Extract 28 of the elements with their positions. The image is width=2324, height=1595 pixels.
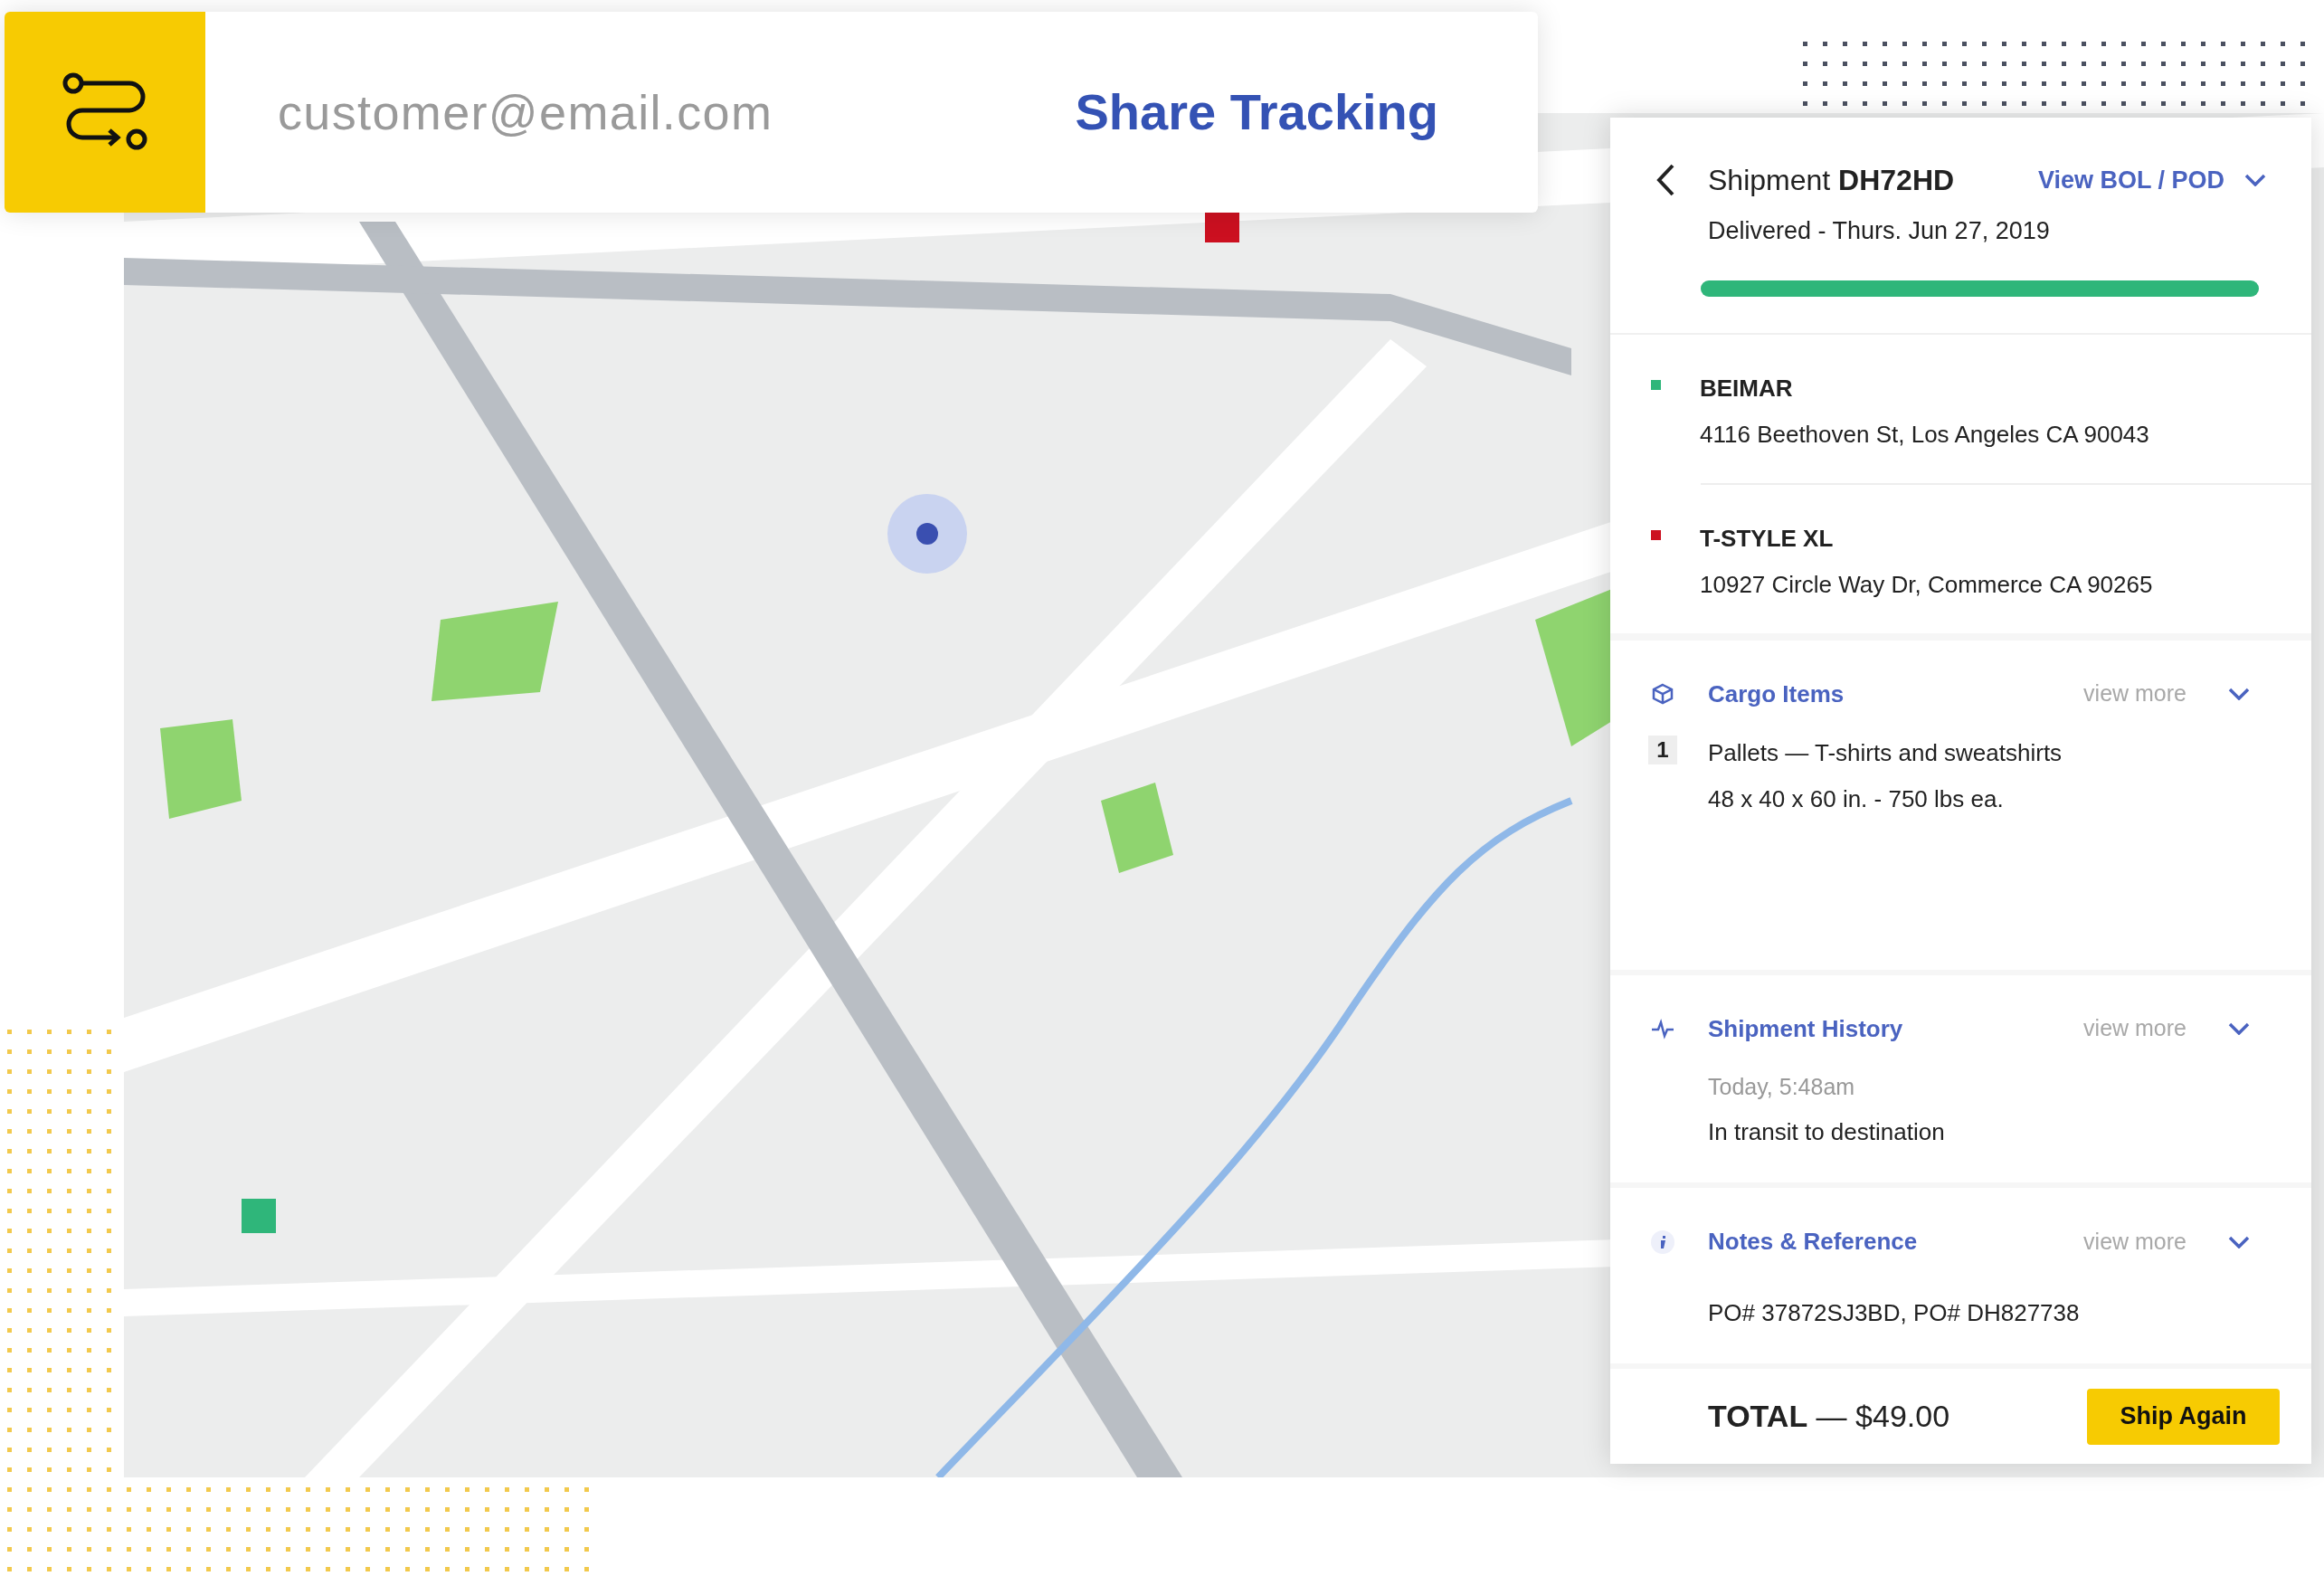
pulse-icon bbox=[1650, 1018, 1675, 1040]
shipment-title: Shipment DH72HD bbox=[1708, 163, 1955, 198]
stop-address: 10927 Circle Way Dr, Commerce CA 90265 bbox=[1700, 569, 2154, 600]
total-price: TOTAL — $49.00 bbox=[1708, 1398, 1951, 1435]
stop-address: 4116 Beethoven St, Los Angeles CA 90043 bbox=[1700, 419, 2150, 450]
email-text: customer@email.com bbox=[278, 83, 774, 141]
history-event: In transit to destination bbox=[1708, 1117, 1946, 1147]
section-title[interactable]: Cargo Items bbox=[1708, 676, 2084, 712]
back-icon[interactable] bbox=[1655, 164, 1675, 196]
section-title[interactable]: Shipment History bbox=[1708, 1011, 2084, 1047]
item-description: Pallets — T-shirts and sweatshirts bbox=[1708, 737, 2063, 768]
chevron-down-icon[interactable] bbox=[2228, 688, 2250, 700]
box-icon bbox=[1651, 682, 1674, 706]
stop-name: T-STYLE XL bbox=[1700, 523, 1835, 554]
chevron-down-icon bbox=[2244, 174, 2266, 186]
reference-numbers: PO# 37872SJ3BD, PO# DH827738 bbox=[1708, 1298, 2081, 1328]
share-tracking-link[interactable]: Share Tracking bbox=[1075, 74, 1438, 150]
chevron-down-icon[interactable] bbox=[2228, 1022, 2250, 1035]
info-icon bbox=[1650, 1229, 1675, 1255]
ship-again-button[interactable]: Ship Again bbox=[2087, 1388, 2280, 1445]
chevron-down-icon[interactable] bbox=[2228, 1235, 2250, 1248]
history-time: Today, 5:48am bbox=[1708, 1072, 1856, 1101]
section-title[interactable]: Notes & Reference bbox=[1708, 1224, 2084, 1259]
view-bol-link[interactable]: View BOL / POD bbox=[2037, 161, 2266, 199]
item-details: 48 x 40 x 60 in. - 750 lbs ea. bbox=[1708, 783, 2005, 814]
delivery-status: Delivered - Thurs. Jun 27, 2019 bbox=[1708, 216, 2051, 246]
stop-name: BEIMAR bbox=[1700, 373, 1794, 403]
item-number-badge: 1 bbox=[1648, 735, 1677, 764]
